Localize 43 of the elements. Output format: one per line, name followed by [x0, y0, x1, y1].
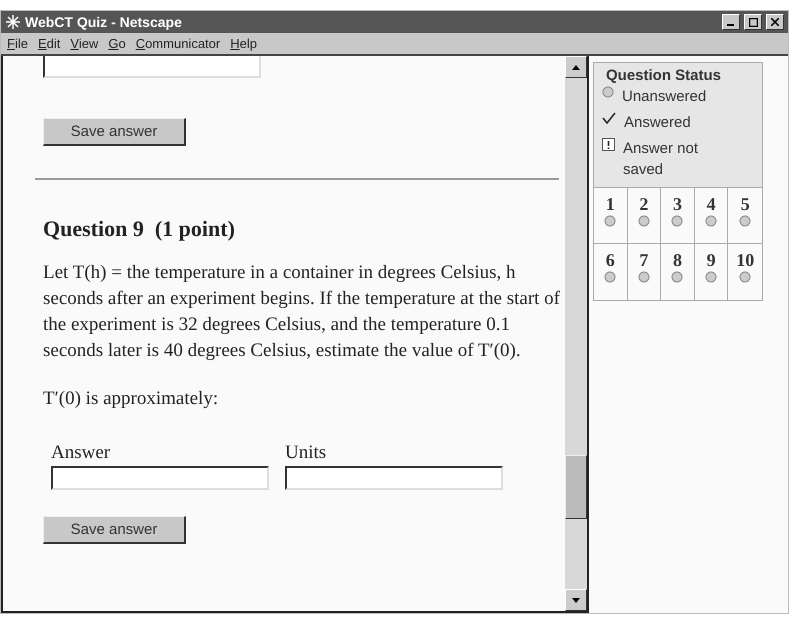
legend-label: Unanswered: [622, 87, 708, 107]
question-link[interactable]: 10: [728, 244, 762, 300]
question-link[interactable]: 7: [628, 244, 662, 300]
window-title: WebCT Quiz - Netscape: [25, 14, 183, 30]
input-field[interactable]: [51, 466, 269, 490]
scroll-down-button[interactable]: [565, 589, 587, 611]
field-label: Answer: [51, 442, 112, 464]
menu-item[interactable]: Edit: [38, 36, 60, 51]
down-arrow-icon: [572, 598, 580, 602]
question-link[interactable]: 3: [661, 188, 695, 244]
scrollbar[interactable]: [565, 56, 587, 611]
close-icon: [771, 18, 779, 26]
scroll-thumb[interactable]: [565, 455, 587, 519]
close-button[interactable]: [766, 14, 784, 30]
question-text: Let T(h) = the temperature in a container in degrees Celsius, h seconds after an experiment begins. If the temperature at the start of the experiment is 32 degrees Celsius, and the temperature 0.1 seconds later is 40 degrees Celsius, estimate the value of T′(0).: [43, 261, 561, 363]
save-answer-button[interactable]: Save answer: [43, 516, 186, 544]
menu-item[interactable]: Go: [108, 36, 126, 51]
question-title: Question 9 (1 point): [43, 216, 236, 242]
question-link[interactable]: 8: [661, 244, 695, 300]
menu-item[interactable]: View: [70, 36, 98, 51]
app-logo-icon: [5, 14, 21, 30]
panel-title: Question Status: [605, 66, 722, 84]
answer-field[interactable]: [43, 56, 261, 78]
question-link[interactable]: 4: [694, 188, 728, 244]
minimize-button[interactable]: [722, 14, 740, 30]
prompt-text: T′(0) is approximately:: [43, 387, 220, 411]
question-link[interactable]: 1: [594, 188, 628, 244]
field-label: Units: [285, 442, 328, 464]
legend-label: Answered: [624, 113, 692, 133]
menu-item[interactable]: Help: [230, 36, 257, 51]
menu-item[interactable]: File: [7, 36, 28, 51]
question-link[interactable]: 5: [728, 188, 762, 244]
save-answer-button[interactable]: Save answer: [43, 118, 186, 146]
up-arrow-icon: [572, 64, 580, 70]
scroll-up-button[interactable]: [565, 56, 587, 78]
menu-item[interactable]: Communicator: [136, 36, 220, 51]
legend-label: Answer not saved: [623, 139, 700, 180]
input-field[interactable]: [285, 466, 503, 490]
question-link[interactable]: 6: [594, 244, 628, 300]
maximize-icon: [748, 18, 758, 26]
question-link[interactable]: 9: [694, 244, 728, 300]
question-link[interactable]: 2: [628, 188, 662, 244]
maximize-button[interactable]: [744, 14, 762, 30]
